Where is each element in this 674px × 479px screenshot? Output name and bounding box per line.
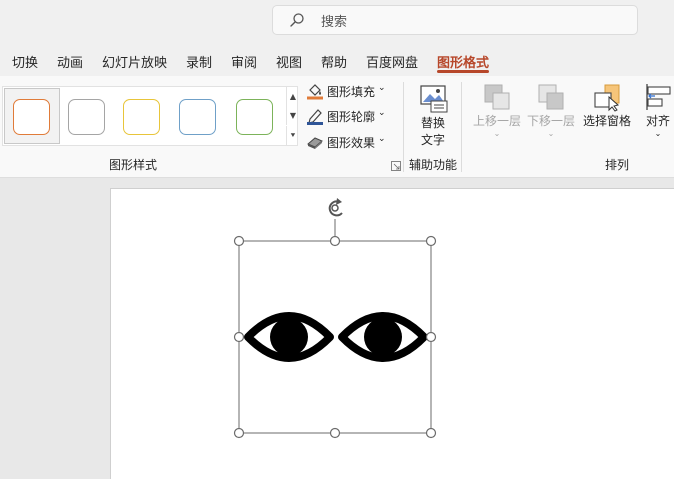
tab-slideshow[interactable]: 幻灯片放映 (102, 52, 167, 71)
group-label-arrange: 排列 (605, 158, 630, 172)
shape-style-gray[interactable] (68, 99, 105, 135)
chevron-down-icon: ⌄ (654, 129, 662, 138)
title-bar: 搜索 (0, 0, 674, 44)
outline-color-bar (307, 122, 323, 125)
resize-handle-bottom-left[interactable] (233, 427, 245, 439)
tab-transitions[interactable]: 切换 (12, 52, 38, 71)
group-label-accessibility: 辅助功能 (409, 158, 458, 172)
selection-pane-icon (594, 84, 620, 112)
search-box[interactable]: 搜索 (272, 5, 638, 35)
shape-style-gallery: ▲ ▼ ⯆ (2, 86, 298, 146)
align-left-icon (646, 84, 671, 110)
paint-bucket-icon (307, 84, 323, 100)
bring-forward-icon (484, 84, 510, 110)
gallery-scroll-up-button[interactable]: ▲ (286, 87, 299, 106)
resize-handle-bottom-right[interactable] (425, 427, 437, 439)
send-backward-button[interactable]: 下移一层 ⌄ (524, 82, 578, 138)
alt-text-label-line1: 替换 (420, 116, 445, 130)
group-label-shape-styles: 图形样式 (109, 158, 158, 172)
tab-view[interactable]: 视图 (276, 52, 302, 71)
shape-outline-label: 图形轮廓 (327, 110, 376, 124)
tab-shape-format[interactable]: 图形格式 (437, 52, 489, 71)
shape-fill-label: 图形填充 (327, 85, 376, 99)
gallery-expand-button[interactable]: ⯆ (286, 126, 299, 145)
group-separator (461, 82, 462, 172)
send-backward-icon (538, 84, 564, 110)
tab-animations[interactable]: 动画 (57, 52, 83, 71)
shape-style-blue[interactable] (179, 99, 216, 135)
shape-style-green[interactable] (236, 99, 273, 135)
shape-effects-label: 图形效果 (327, 136, 376, 150)
align-label: 对齐 (645, 114, 670, 128)
tab-baidu-netdisk[interactable]: 百度网盘 (366, 52, 418, 71)
alt-text-label-line2: 文字 (420, 133, 445, 147)
alt-text-button[interactable]: 替换 文字 (413, 82, 453, 148)
resize-handle-top-right[interactable] (425, 235, 437, 247)
search-placeholder: 搜索 (321, 15, 348, 30)
bring-forward-label: 上移一层 (472, 114, 521, 128)
dialog-launcher-icon[interactable] (391, 161, 401, 171)
selection-pane-button[interactable]: 选择窗格 (580, 82, 634, 129)
pen-outline-icon (307, 109, 323, 125)
group-separator (403, 82, 404, 172)
gallery-scroll-down-button[interactable]: ▼ (286, 106, 299, 125)
resize-handle-right[interactable] (425, 331, 437, 343)
tab-review[interactable]: 审阅 (231, 52, 257, 71)
resize-handle-top[interactable] (329, 235, 341, 247)
ribbon: ▲ ▼ ⯆ 图形填充 ⌄ 图形轮廓 ⌄ 图形效果 ⌄ 图形样式 替换 文字 辅助… (0, 76, 674, 178)
resize-handle-top-left[interactable] (233, 235, 245, 247)
bring-forward-button[interactable]: 上移一层 ⌄ (470, 82, 524, 138)
tab-record[interactable]: 录制 (186, 52, 212, 71)
shape-style-gold[interactable] (123, 99, 160, 135)
fill-color-bar (307, 96, 323, 100)
chevron-down-icon: ⌄ (378, 108, 386, 118)
chevron-down-icon: ⌄ (493, 129, 501, 138)
search-icon (290, 13, 304, 27)
send-backward-label: 下移一层 (526, 114, 575, 128)
chevron-down-icon: ⌄ (547, 129, 555, 138)
alt-text-icon (420, 85, 448, 113)
shape-effects-icon (307, 137, 323, 149)
ribbon-tab-bar: 切换 动画 幻灯片放映 录制 审阅 视图 帮助 百度网盘 图形格式 (0, 44, 674, 76)
selection-pane-label: 选择窗格 (582, 114, 631, 128)
chevron-down-icon: ⌄ (378, 134, 386, 144)
active-tab-indicator (437, 70, 489, 73)
resize-handle-left[interactable] (233, 331, 245, 343)
chevron-down-icon: ⌄ (378, 83, 386, 93)
tab-help[interactable]: 帮助 (321, 52, 347, 71)
align-button[interactable]: 对齐 ⌄ (638, 82, 674, 138)
resize-handle-bottom[interactable] (329, 427, 341, 439)
shape-style-orange[interactable] (13, 99, 50, 135)
